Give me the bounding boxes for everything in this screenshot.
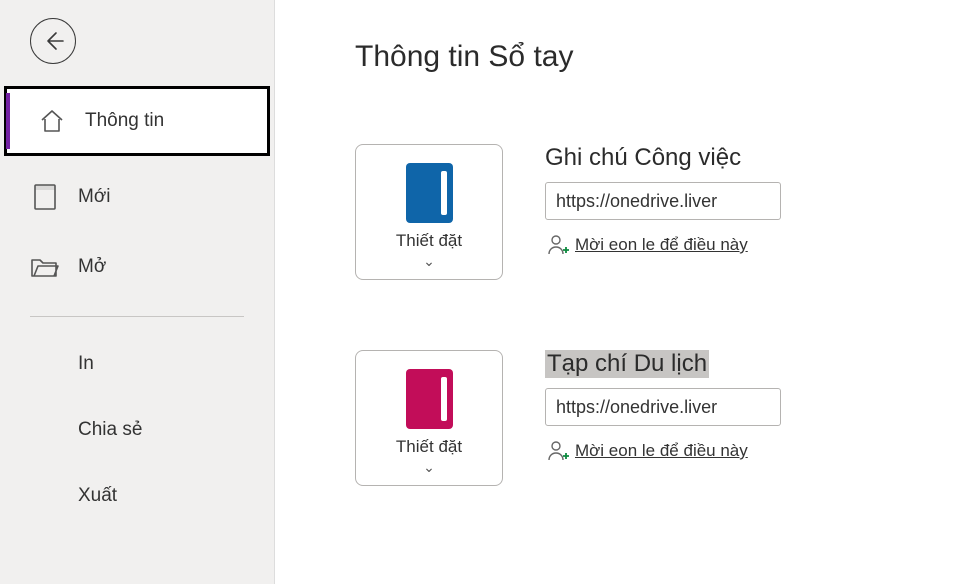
nav-item-info[interactable]: Thông tin: [4, 86, 270, 156]
invite-text: Mời eon le để điều này: [575, 235, 748, 255]
arrow-left-icon: [41, 29, 65, 53]
notebook-url-field[interactable]: https://onedrive.liver: [545, 388, 781, 426]
invite-link[interactable]: Mời eon le để điều này: [545, 232, 845, 258]
nav-item-new[interactable]: Mới: [0, 162, 274, 232]
chevron-down-icon: ⌄: [423, 253, 435, 270]
notebook-icon: [406, 163, 453, 223]
notebook-settings-button[interactable]: Thiết đặt ⌄: [355, 350, 503, 486]
invite-link[interactable]: Mời eon le để điều này: [545, 438, 845, 464]
sidebar: Thông tin Mới Mở In Chia sẻ Xuất: [0, 0, 275, 584]
nav-label: Mới: [78, 186, 111, 208]
settings-label: Thiết đặt: [396, 231, 462, 251]
notebook-details: Ghi chú Công việc https://onedrive.liver…: [545, 144, 845, 258]
home-icon: [37, 106, 67, 136]
notebook-details: Tạp chí Du lịch https://onedrive.liver M…: [545, 350, 845, 464]
nav-label: Thông tin: [85, 110, 164, 132]
page-title: Thông tin Sổ tay: [355, 40, 978, 74]
nav-item-print[interactable]: In: [0, 331, 274, 397]
chevron-down-icon: ⌄: [423, 459, 435, 476]
page-icon: [30, 182, 60, 212]
notebook-url-field[interactable]: https://onedrive.liver: [545, 182, 781, 220]
nav-item-export[interactable]: Xuất: [0, 463, 274, 529]
nav-item-share[interactable]: Chia sẻ: [0, 397, 274, 463]
notebook-title: Ghi chú Công việc: [545, 144, 845, 172]
sidebar-divider: [30, 316, 244, 317]
folder-open-icon: [30, 252, 60, 282]
nav-label: Mở: [78, 256, 106, 278]
notebook-row: Thiết đặt ⌄ Ghi chú Công việc https://on…: [355, 144, 978, 280]
person-add-icon: [545, 232, 571, 258]
notebook-row: Thiết đặt ⌄ Tạp chí Du lịch https://oned…: [355, 350, 978, 486]
person-add-icon: [545, 438, 571, 464]
back-button[interactable]: [30, 18, 76, 64]
notebook-settings-button[interactable]: Thiết đặt ⌄: [355, 144, 503, 280]
notebook-icon: [406, 369, 453, 429]
nav-item-open[interactable]: Mở: [0, 232, 274, 302]
main-panel: Thông tin Sổ tay Thiết đặt ⌄ Ghi chú Côn…: [275, 0, 978, 584]
invite-text: Mời eon le để điều này: [575, 441, 748, 461]
settings-label: Thiết đặt: [396, 437, 462, 457]
notebook-title: Tạp chí Du lịch: [545, 350, 845, 388]
